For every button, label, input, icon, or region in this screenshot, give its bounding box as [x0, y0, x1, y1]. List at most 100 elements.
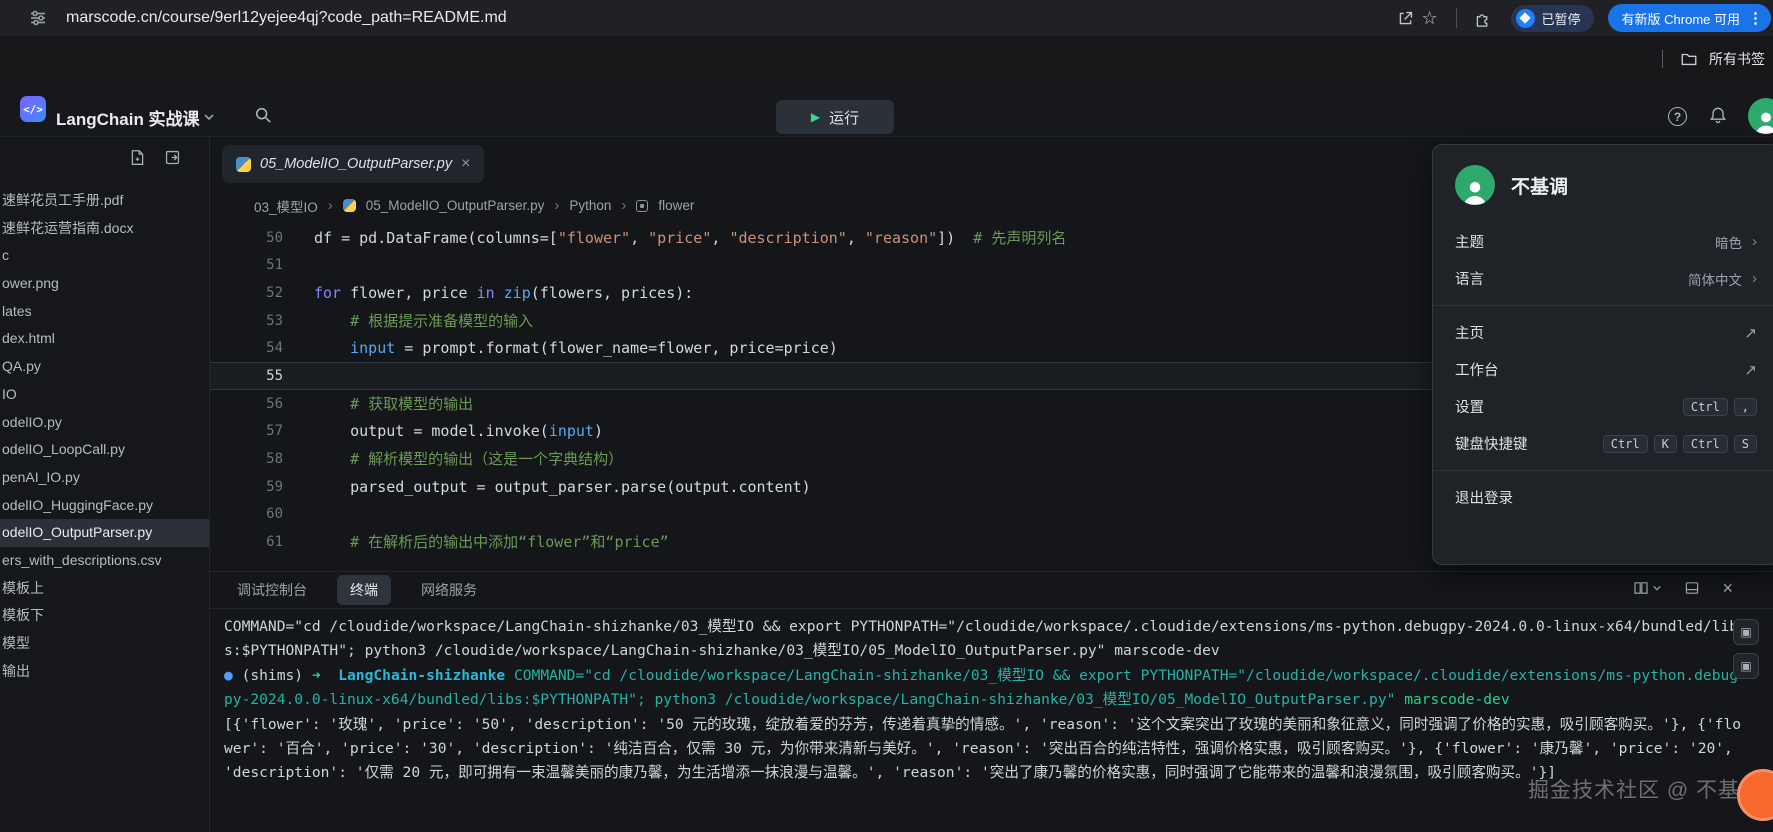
play-icon: ▶	[811, 111, 820, 123]
chevron-down-icon[interactable]	[202, 110, 216, 124]
breadcrumb-item[interactable]: 03_模型IO	[254, 196, 318, 216]
symbol-icon	[636, 200, 648, 212]
terminal-action-icon-top[interactable]: ▣	[1733, 619, 1759, 645]
bookmarks-divider	[1662, 50, 1663, 68]
file-item[interactable]: odelIO_LoopCall.py	[0, 436, 209, 464]
python-file-icon	[236, 157, 251, 172]
keyboard-shortcut-key: S	[1734, 435, 1757, 453]
file-list: 速鲜花员工手册.pdf速鲜花运营指南.docxcower.pnglatesdex…	[0, 187, 209, 685]
notifications-icon[interactable]	[1708, 105, 1728, 125]
keyboard-shortcut-key: Ctrl	[1603, 435, 1648, 453]
username: 不基调	[1511, 172, 1568, 199]
user-menu-header: 不基调	[1433, 145, 1773, 219]
file-item[interactable]: 速鲜花运营指南.docx	[0, 215, 209, 243]
file-item[interactable]: odelIO.py	[0, 409, 209, 437]
chrome-update-button[interactable]: 有新版 Chrome 可用 ⋮	[1608, 4, 1771, 32]
run-label: 运行	[829, 107, 859, 128]
site-settings-icon[interactable]	[26, 6, 50, 30]
paused-label: 已暂停	[1542, 9, 1581, 28]
explorer-actions	[129, 149, 181, 166]
file-item[interactable]: 模板上	[0, 575, 209, 603]
breadcrumb-item[interactable]: 05_ModelIO_OutputParser.py	[366, 198, 545, 213]
line-number: 55	[210, 368, 283, 384]
menu-item[interactable]: 语言简体中文›	[1433, 260, 1773, 297]
file-item[interactable]: ers_with_descriptions.csv	[0, 547, 209, 575]
menu-item[interactable]: 主题暗色›	[1433, 223, 1773, 260]
ide-header: </> LangChain 实战课 ▶ 运行 ?	[0, 81, 1773, 137]
menu-item[interactable]: 键盘快捷键CtrlKCtrlS	[1433, 425, 1773, 462]
breadcrumb-separator-icon: ›	[328, 197, 333, 214]
course-title[interactable]: LangChain 实战课	[56, 105, 200, 130]
breadcrumb-separator-icon: ›	[621, 197, 626, 214]
terminal-tab[interactable]: 终端	[337, 575, 391, 605]
close-tab-icon[interactable]: ×	[461, 156, 470, 172]
file-item[interactable]: odelIO_HuggingFace.py	[0, 492, 209, 520]
browser-chrome: marscode.cn/course/9erl12yejee4qj?code_p…	[0, 0, 1773, 36]
file-item[interactable]: 模型	[0, 630, 209, 658]
editor-tab-label: 05_ModelIO_OutputParser.py	[260, 156, 452, 172]
search-icon[interactable]	[254, 106, 272, 124]
keyboard-shortcut-key: Ctrl	[1683, 435, 1728, 453]
menu-item[interactable]: 设置Ctrl,	[1433, 388, 1773, 425]
file-item[interactable]: 模板下	[0, 602, 209, 630]
extensions-icon[interactable]	[1471, 6, 1495, 30]
terminal-line: [{'flower': '玫瑰', 'price': '50', 'descri…	[224, 713, 1744, 786]
file-item[interactable]: IO	[0, 381, 209, 409]
python-file-icon	[343, 199, 356, 212]
toolbar-divider	[1456, 8, 1457, 28]
breadcrumb-item[interactable]: Python	[569, 198, 611, 213]
folder-icon	[1677, 47, 1701, 71]
line-number: 56	[210, 396, 283, 412]
file-item[interactable]: 速鲜花员工手册.pdf	[0, 187, 209, 215]
url-text[interactable]: marscode.cn/course/9erl12yejee4qj?code_p…	[66, 9, 507, 27]
juejin-extension-icon	[1516, 9, 1535, 28]
user-avatar[interactable]	[1748, 98, 1773, 134]
line-number: 59	[210, 479, 283, 495]
extension-paused-badge[interactable]: 已暂停	[1511, 5, 1594, 32]
browser-menu-icon[interactable]: ⋮	[1748, 9, 1763, 27]
menu-divider	[1433, 470, 1773, 471]
all-bookmarks-button[interactable]: 所有书签	[1709, 49, 1765, 69]
close-panel-icon[interactable]: ×	[1722, 579, 1733, 597]
file-item[interactable]: 输出	[0, 658, 209, 686]
screen: marscode.cn/course/9erl12yejee4qj?code_p…	[0, 0, 1773, 832]
breadcrumb-separator-icon: ›	[554, 197, 559, 214]
line-number: 60	[210, 506, 283, 522]
breadcrumb-item[interactable]: flower	[658, 198, 694, 213]
menu-item[interactable]: 退出登录	[1433, 479, 1773, 516]
line-number: 53	[210, 313, 283, 329]
file-item[interactable]: c	[0, 242, 209, 270]
menu-item[interactable]: 主页↗	[1433, 314, 1773, 351]
user-menu: 不基调 主题暗色›语言简体中文›主页↗工作台↗设置Ctrl,键盘快捷键CtrlK…	[1432, 144, 1773, 565]
file-item[interactable]: QA.py	[0, 353, 209, 381]
line-number: 61	[210, 534, 283, 550]
terminal-output[interactable]: COMMAND="cd /cloudide/workspace/LangChai…	[224, 615, 1744, 786]
maximize-panel-icon[interactable]	[1684, 580, 1700, 596]
file-item[interactable]: ower.png	[0, 270, 209, 298]
file-item[interactable]: lates	[0, 298, 209, 326]
keyboard-shortcut-key: K	[1654, 435, 1677, 453]
open-editors-icon[interactable]	[164, 149, 181, 166]
terminal-action-icon-bottom[interactable]: ▣	[1733, 653, 1759, 679]
new-file-icon[interactable]	[129, 149, 146, 166]
menu-item[interactable]: 工作台↗	[1433, 351, 1773, 388]
line-number: 50	[210, 230, 283, 246]
terminal-tab[interactable]: 网络服务	[421, 580, 477, 600]
app-logo[interactable]: </>	[20, 96, 46, 122]
keyboard-shortcut-key: ,	[1734, 398, 1757, 416]
open-in-new-icon[interactable]	[1394, 6, 1418, 30]
help-icon[interactable]: ?	[1668, 107, 1687, 126]
menu-divider	[1433, 305, 1773, 306]
terminal-line: COMMAND="cd /cloudide/workspace/LangChai…	[224, 615, 1744, 664]
editor-tab[interactable]: 05_ModelIO_OutputParser.py ×	[222, 145, 484, 183]
terminal-panel-actions: ×	[1633, 579, 1733, 597]
file-item[interactable]: penAI_IO.py	[0, 464, 209, 492]
run-button[interactable]: ▶ 运行	[776, 100, 894, 134]
file-item[interactable]: dex.html	[0, 325, 209, 353]
terminal-tab[interactable]: 调试控制台	[237, 580, 307, 600]
split-terminal-icon[interactable]	[1633, 580, 1662, 596]
chevron-right-icon: ›	[1752, 270, 1757, 287]
bookmark-star-icon[interactable]: ☆	[1418, 6, 1442, 30]
user-menu-items: 主题暗色›语言简体中文›主页↗工作台↗设置Ctrl,键盘快捷键CtrlKCtrl…	[1433, 219, 1773, 524]
file-item[interactable]: odelIO_OutputParser.py	[0, 519, 209, 547]
